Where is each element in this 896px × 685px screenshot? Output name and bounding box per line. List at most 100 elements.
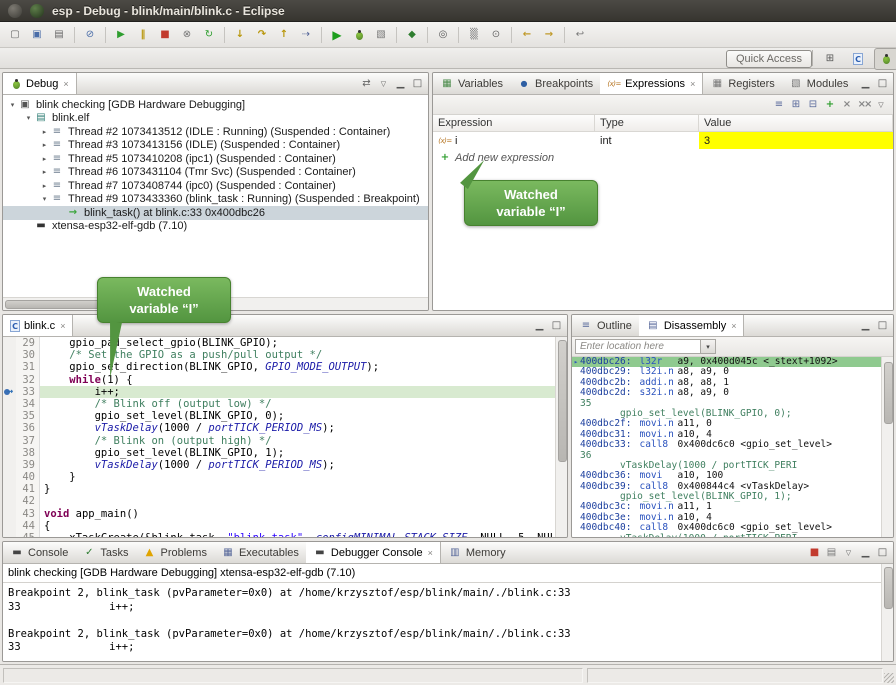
expand-arrow-icon[interactable]: ▸	[39, 155, 50, 163]
location-input[interactable]: Enter location here	[575, 339, 701, 354]
coverage-button[interactable]	[370, 25, 392, 45]
code-line[interactable]: 36 vTaskDelay(1000 / portTICK_PERIOD_MS)…	[3, 422, 567, 434]
debug-tree-item[interactable]: xtensa-esp32-elf-gdb (7.10)	[3, 220, 428, 234]
window-menu-icon[interactable]	[8, 4, 22, 18]
minimize-icon[interactable]	[532, 320, 547, 332]
close-icon[interactable]: ×	[60, 321, 65, 331]
code-line[interactable]: 34 /* Blink off (output low) */	[3, 398, 567, 410]
tab-registers[interactable]: Registers	[703, 73, 781, 94]
mark-occurrences-button[interactable]	[463, 25, 485, 45]
step-return-button[interactable]	[273, 25, 295, 45]
expand-arrow-icon[interactable]: ▸	[39, 168, 50, 176]
code-line[interactable]: 41}	[3, 483, 567, 495]
column-header-expression[interactable]: Expression	[433, 115, 595, 131]
debug-tree-item[interactable]: ▾blink checking [GDB Hardware Debugging]	[3, 98, 428, 112]
show-logical-icon[interactable]	[789, 99, 803, 111]
code-line[interactable]: 44{	[3, 520, 567, 532]
tab-console[interactable]: Console	[3, 542, 75, 563]
code-line[interactable]: 42	[3, 495, 567, 507]
maximize-icon[interactable]	[410, 78, 425, 90]
minimize-icon[interactable]	[858, 547, 873, 559]
maximize-icon[interactable]	[875, 320, 890, 332]
new-file-button[interactable]	[4, 25, 26, 45]
debug-tree-item[interactable]: ▸Thread #3 1073413156 (IDLE) (Suspended …	[3, 139, 428, 153]
scrollbar-thumb[interactable]	[884, 362, 893, 424]
last-edit-button[interactable]	[569, 25, 591, 45]
minimize-icon[interactable]	[858, 320, 873, 332]
save-button[interactable]	[26, 25, 48, 45]
vertical-scrollbar[interactable]	[881, 564, 893, 661]
tab-blink-c[interactable]: blink.c×	[3, 315, 73, 336]
step-into-button[interactable]	[229, 25, 251, 45]
clear-console-icon[interactable]	[824, 547, 839, 559]
scrollbar-thumb[interactable]	[558, 340, 567, 462]
code-line[interactable]: 29 gpio_pad_select_gpio(BLINK_GPIO);	[3, 337, 567, 349]
debug-tree-item[interactable]: blink_task() at blink.c:33 0x400dbc26	[3, 206, 428, 220]
tab-problems[interactable]: Problems	[135, 542, 213, 563]
instruction-step-button[interactable]	[295, 25, 317, 45]
code-line[interactable]: 31 gpio_set_direction(BLINK_GPIO, GPIO_M…	[3, 361, 567, 373]
link-with-icon[interactable]	[359, 78, 374, 90]
collapse-arrow-icon[interactable]: ▾	[7, 101, 18, 109]
tab-tasks[interactable]: Tasks	[75, 542, 135, 563]
expression-row[interactable]: iint3	[433, 132, 893, 149]
tab-debug[interactable]: Debug×	[3, 73, 77, 94]
disassembly-row[interactable]: vTaskDelay(1000 / portTICK_PERI	[572, 534, 882, 537]
expand-arrow-icon[interactable]: ▸	[39, 141, 50, 149]
close-icon[interactable]: ×	[428, 548, 433, 558]
console-body[interactable]: blink checking [GDB Hardware Debugging] …	[3, 564, 882, 661]
skip-breakpoints-button[interactable]	[79, 25, 101, 45]
remove-all-icon[interactable]	[857, 99, 871, 111]
tab-variables[interactable]: Variables	[433, 73, 510, 94]
terminate-button[interactable]	[154, 25, 176, 45]
print-button[interactable]	[48, 25, 70, 45]
close-icon[interactable]: ×	[731, 321, 736, 331]
resize-grip-icon[interactable]	[884, 673, 894, 683]
tab-executables[interactable]: Executables	[214, 542, 306, 563]
open-perspective-button[interactable]	[818, 48, 842, 70]
pin-button[interactable]	[485, 25, 507, 45]
forward-button[interactable]	[538, 25, 560, 45]
code-line[interactable]: 32 while(1) {	[3, 374, 567, 386]
minimize-icon[interactable]	[858, 78, 873, 90]
cpp-perspective-button[interactable]	[846, 48, 870, 70]
suspend-button[interactable]	[132, 25, 154, 45]
debug-button[interactable]	[348, 25, 370, 45]
step-over-button[interactable]	[251, 25, 273, 45]
code-line[interactable]: 39 vTaskDelay(1000 / portTICK_PERIOD_MS)…	[3, 459, 567, 471]
debug-tree-item[interactable]: ▾blink.elf	[3, 112, 428, 126]
collapse-arrow-icon[interactable]: ▾	[39, 195, 50, 203]
code-line[interactable]: 37 /* Blink on (output high) */	[3, 435, 567, 447]
disassembly-row[interactable]: 400dbc2d:s32i.na8, a9, 0	[572, 388, 882, 398]
disconnect-button[interactable]	[176, 25, 198, 45]
debug-tree-item[interactable]: ▸Thread #7 1073408744 (ipc0) (Suspended …	[3, 179, 428, 193]
tab-disassembly[interactable]: Disassembly×	[639, 315, 745, 336]
expression-row[interactable]: Add new expression	[433, 149, 893, 166]
collapse-all-icon[interactable]	[806, 99, 820, 111]
column-header-value[interactable]: Value	[699, 115, 893, 131]
debug-tree-item[interactable]: ▸Thread #2 1073413512 (IDLE : Running) (…	[3, 125, 428, 139]
remove-selected-icon[interactable]	[840, 99, 854, 111]
maximize-icon[interactable]	[875, 78, 890, 90]
minimize-icon[interactable]	[393, 78, 408, 90]
debug-tree-item[interactable]: ▸Thread #6 1073431104 (Tmr Svc) (Suspend…	[3, 166, 428, 180]
column-header-type[interactable]: Type	[595, 115, 699, 131]
close-icon[interactable]: ×	[63, 79, 68, 89]
code-line[interactable]: 40 }	[3, 471, 567, 483]
code-line[interactable]: 43void app_main()	[3, 508, 567, 520]
tab-memory[interactable]: Memory	[441, 542, 513, 563]
view-menu-icon[interactable]	[841, 547, 856, 559]
tab-outline[interactable]: Outline	[572, 315, 639, 336]
debug-perspective-button[interactable]	[874, 48, 896, 70]
tab-debugger-console[interactable]: Debugger Console×	[306, 542, 441, 563]
tab-modules[interactable]: Modules	[782, 73, 856, 94]
expand-arrow-icon[interactable]: ▸	[39, 128, 50, 136]
maximize-icon[interactable]	[549, 320, 564, 332]
debug-tree-item[interactable]: ▾Thread #9 1073433360 (blink_task : Runn…	[3, 193, 428, 207]
quick-access-button[interactable]: Quick Access	[726, 50, 812, 68]
scrollbar-thumb[interactable]	[884, 567, 893, 609]
close-icon[interactable]: ×	[690, 79, 695, 89]
code-line[interactable]: 35 gpio_set_level(BLINK_GPIO, 0);	[3, 410, 567, 422]
debug-tree-item[interactable]: ▸Thread #5 1073410208 (ipc1) (Suspended …	[3, 152, 428, 166]
code-line[interactable]: 38 gpio_set_level(BLINK_GPIO, 1);	[3, 447, 567, 459]
